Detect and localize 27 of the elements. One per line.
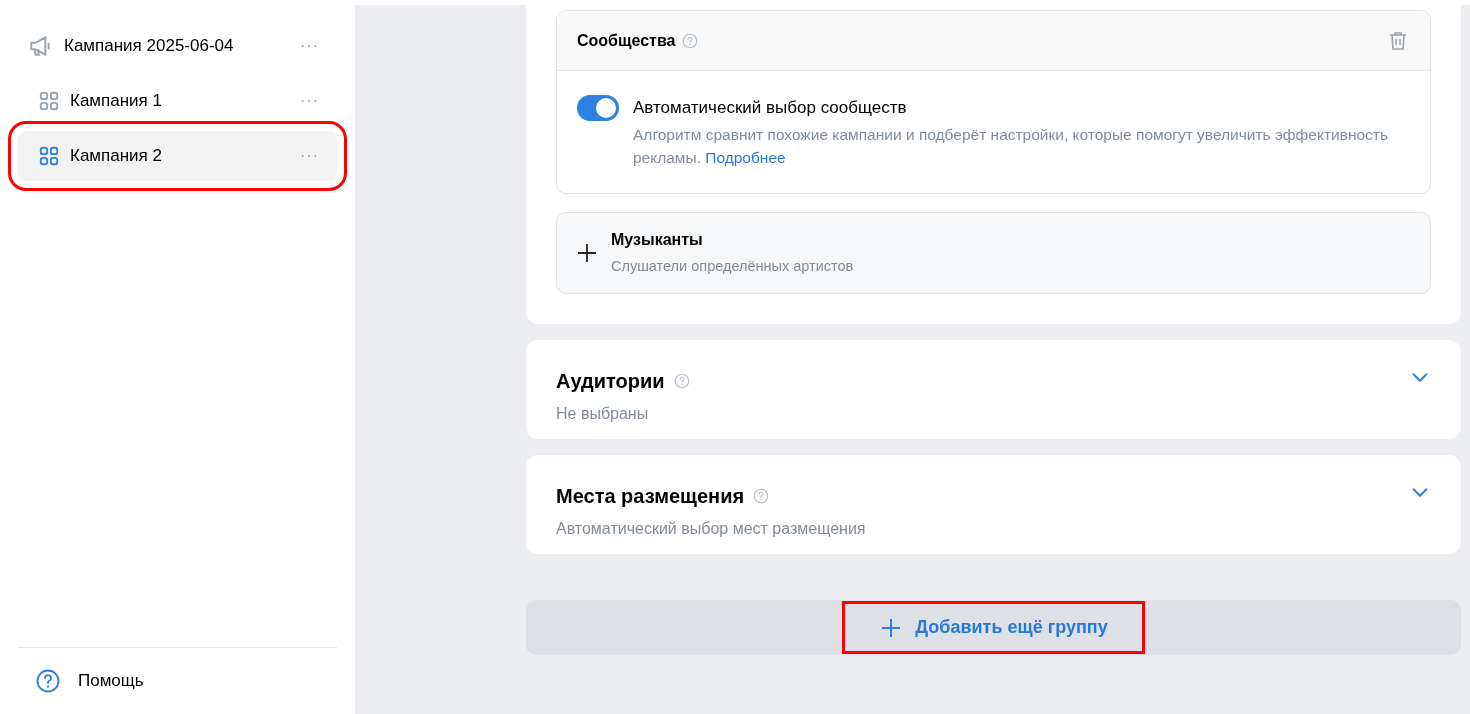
section-subtitle: Не выбраны bbox=[556, 404, 650, 424]
add-option-row[interactable]: Музыканты Слушатели определённых артистов bbox=[556, 212, 1431, 294]
grid-icon bbox=[38, 90, 60, 112]
toggle-label: Автоматический выбор сообществ bbox=[633, 97, 908, 119]
section-card[interactable]: Аудитории Не выбраны bbox=[526, 340, 1461, 439]
toggle-switch[interactable] bbox=[577, 95, 619, 121]
section-title: Места размещения bbox=[556, 484, 745, 509]
help-icon bbox=[752, 487, 771, 505]
item-title: Кампания 2025-06-04 bbox=[64, 35, 235, 58]
help-icon bbox=[672, 372, 691, 390]
item-title: Кампания 2 bbox=[70, 145, 163, 168]
toggle-description: Алгоритм сравнит похожие кампании и подберёт настройки, которые помогут увеличить эффективность рекламы. Подробнее bbox=[633, 125, 1390, 168]
ad-group-item[interactable]: Кампания 1 ··· bbox=[18, 76, 337, 126]
option-subtitle: Слушатели определённых артистов bbox=[611, 257, 854, 277]
panel-title: Сообщества bbox=[577, 30, 676, 51]
more-link[interactable]: Подробнее bbox=[705, 149, 786, 166]
plus-icon bbox=[575, 241, 599, 265]
section-subtitle: Автоматический выбор мест размещения bbox=[556, 519, 867, 539]
help-icon bbox=[681, 31, 700, 50]
campaign-item[interactable]: Кампания 2025-06-04 ··· bbox=[18, 21, 337, 71]
grid-icon bbox=[38, 145, 60, 167]
help-icon bbox=[34, 667, 62, 695]
help-link[interactable]: Помощь bbox=[78, 668, 144, 694]
section-title: Аудитории bbox=[556, 369, 665, 394]
section-card[interactable]: Места размещения Автоматический выбор мест размещения bbox=[526, 455, 1461, 554]
item-title: Кампания 1 bbox=[70, 90, 163, 113]
option-title: Музыканты bbox=[611, 230, 704, 251]
